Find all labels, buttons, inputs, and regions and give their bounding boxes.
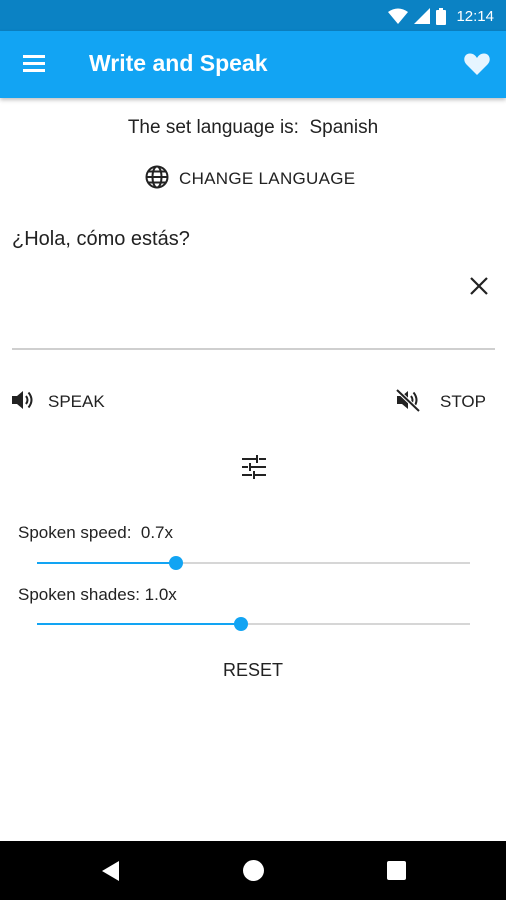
language-status: The set language is: Spanish <box>0 117 506 139</box>
input-underline <box>12 348 495 350</box>
app-title: Write and Speak <box>89 50 268 76</box>
navigation-bar <box>0 841 506 900</box>
language-prefix: The set language is: <box>127 117 310 138</box>
text-input[interactable]: ¿Hola, cómo estás? <box>12 228 452 251</box>
status-clock: 12:14 <box>456 7 494 25</box>
stop-button[interactable]: STOP <box>394 387 486 417</box>
current-language: Spanish <box>309 117 379 138</box>
shades-slider-thumb[interactable] <box>233 617 248 631</box>
change-language-button[interactable]: CHANGE LANGUAGE <box>144 164 355 194</box>
shades-label: Spoken shades: 1.0x <box>18 585 177 604</box>
recents-square-icon[interactable] <box>387 861 406 880</box>
cellular-signal-icon <box>414 8 431 24</box>
speak-button[interactable]: SPEAK <box>10 387 105 417</box>
app-screen: 12:14 Write and Speak The set language i… <box>0 0 506 900</box>
back-triangle-icon[interactable] <box>101 860 121 882</box>
volume-up-icon <box>10 388 36 417</box>
speed-label: Spoken speed: 0.7x <box>18 523 174 542</box>
shades-slider[interactable] <box>37 614 470 634</box>
reset-button[interactable]: RESET <box>0 660 506 681</box>
wifi-icon <box>388 8 409 24</box>
hamburger-menu-icon[interactable] <box>20 51 50 77</box>
speed-slider[interactable] <box>37 553 470 573</box>
globe-icon <box>144 164 170 195</box>
stop-label: STOP <box>440 392 486 411</box>
shades-slider-fill <box>37 623 241 625</box>
home-circle-icon[interactable] <box>243 860 264 881</box>
speed-slider-thumb[interactable] <box>168 556 183 570</box>
status-icons: 12:14 <box>388 4 494 28</box>
close-icon[interactable] <box>468 275 490 297</box>
status-bar: 12:14 <box>0 0 506 31</box>
tune-icon[interactable] <box>241 455 267 479</box>
speed-slider-fill <box>37 562 176 564</box>
app-bar: Write and Speak <box>0 31 506 98</box>
volume-off-icon <box>394 387 422 418</box>
battery-icon <box>436 7 447 25</box>
heart-icon[interactable] <box>463 51 491 77</box>
speak-label: SPEAK <box>48 392 105 411</box>
change-language-label: CHANGE LANGUAGE <box>179 169 356 188</box>
